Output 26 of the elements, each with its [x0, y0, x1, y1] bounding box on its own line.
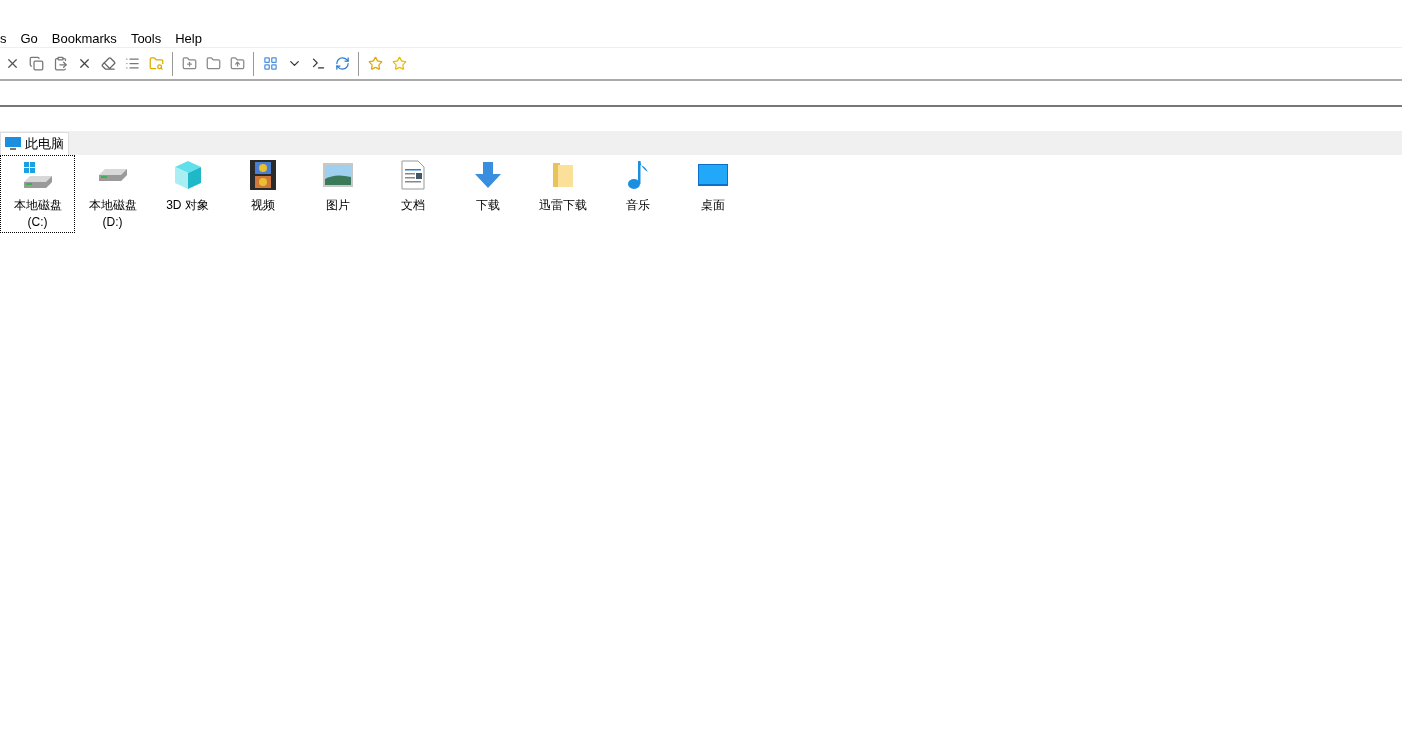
- menu-item[interactable]: Go: [20, 28, 52, 49]
- drive-folder-item[interactable]: 视频: [225, 155, 300, 216]
- menu-item[interactable]: Tools: [130, 28, 176, 49]
- drive-folder-item[interactable]: 3D 对象: [150, 155, 225, 216]
- drive-folder-item[interactable]: 音乐: [600, 155, 675, 216]
- drive-folder-item[interactable]: 迅雷下载: [525, 155, 600, 216]
- menu-item[interactable]: Bookmarks: [51, 28, 131, 49]
- drive-icon: [97, 168, 128, 182]
- picture-icon: [322, 163, 353, 187]
- drive-folder-item[interactable]: 下载: [450, 155, 525, 216]
- monitor-icon: [5, 137, 21, 151]
- download-arrow-icon: [473, 161, 502, 189]
- folder-icon: [551, 161, 574, 189]
- drive-folder-item[interactable]: 桌面: [675, 155, 750, 216]
- menu-item[interactable]: s: [0, 28, 21, 49]
- document-icon: [400, 160, 425, 190]
- drive-folder-item[interactable]: 本地磁盘 (D:): [75, 155, 150, 233]
- drive-folder-item[interactable]: 本地磁盘 (C:): [0, 155, 75, 233]
- drive-folder-item[interactable]: 图片: [300, 155, 375, 216]
- tab[interactable]: 此电脑: [0, 132, 69, 155]
- desktop-icon: [697, 164, 728, 186]
- film-icon: [249, 160, 276, 190]
- music-note-icon: [626, 160, 649, 190]
- menu-item[interactable]: Help: [175, 28, 216, 49]
- system-drive-icon: [22, 161, 53, 189]
- drive-folder-item[interactable]: 文档: [375, 155, 450, 216]
